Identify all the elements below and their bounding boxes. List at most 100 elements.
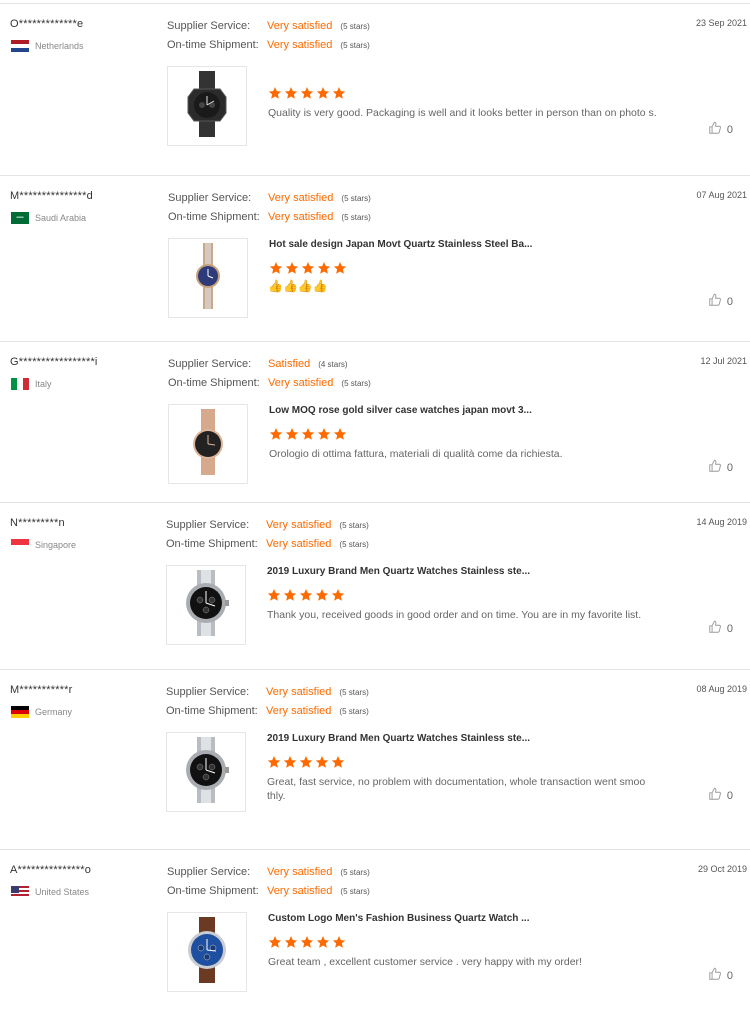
watch-image [173,407,243,482]
star-icon [317,427,331,441]
de-flag-icon [11,706,29,718]
star-icon [300,86,314,100]
product-rating [269,427,349,441]
shipment-value: Very satisfied (5 stars) [266,705,369,717]
thumbs-up-icon [708,620,727,637]
star-icon [267,588,281,602]
review-item: A***************o United States Supplier… [0,849,750,1015]
supplier-service-label: Supplier Service: [166,686,250,698]
buyer-name: O*************e [10,18,84,30]
star-icon [269,261,283,275]
review-comment: Great team , excellent customer service … [268,956,582,968]
star-icon [316,86,330,100]
supplier-service-rating-text: Very satisfied [266,686,332,698]
shipment-label: On-time Shipment: [167,885,259,897]
supplier-service-value: Very satisfied (5 stars) [267,20,370,32]
buyer-country: Netherlands [11,40,84,52]
product-thumbnail[interactable] [167,912,247,992]
star-icon [283,588,297,602]
like-button[interactable]: 0 [708,459,733,476]
supplier-service-rating-text: Very satisfied [267,866,333,878]
review-comment: Orologio di ottima fattura, materiali di… [269,448,563,460]
product-title[interactable]: Hot sale design Japan Movt Quartz Stainl… [269,239,532,250]
buyer-name: M***************d [10,190,93,202]
like-button[interactable]: 0 [708,121,733,138]
watch-image [171,735,241,810]
shipment-value: Very satisfied (5 stars) [268,211,371,223]
review-date: 12 Jul 2021 [700,356,747,366]
like-count: 0 [726,123,733,136]
review-item: M***************d ══ Saudi Arabia Suppli… [0,175,750,342]
thumbs-up-icon [708,121,727,138]
thumbs-up-icon [708,787,727,804]
us-flag-icon [11,886,29,898]
review-item: N*********n Singapore Supplier Service: … [0,502,750,670]
supplier-service-stars: (5 stars) [339,521,369,530]
review-date: 08 Aug 2019 [696,684,747,694]
country-name: Italy [35,379,52,389]
shipment-rating-text: Very satisfied [268,377,334,389]
product-title[interactable]: 2019 Luxury Brand Men Quartz Watches Sta… [267,733,530,744]
review-comment: Quality is very good. Packaging is well … [268,107,657,119]
supplier-service-label: Supplier Service: [168,358,252,370]
shipment-value: Very satisfied (5 stars) [266,538,369,550]
star-icon [284,935,298,949]
product-rating [267,755,347,769]
review-item: M***********r Germany Supplier Service: … [0,669,750,850]
shipment-stars: (5 stars) [339,540,369,549]
shipment-label: On-time Shipment: [166,705,258,717]
buyer-name: N*********n [10,517,65,529]
product-thumbnail[interactable] [168,404,248,484]
shipment-rating-text: Very satisfied [267,885,333,897]
buyer-country: United States [11,886,89,898]
shipment-label: On-time Shipment: [168,211,260,223]
star-icon [315,755,329,769]
product-rating [267,588,347,602]
supplier-service-stars: (5 stars) [341,194,371,203]
supplier-service-label: Supplier Service: [168,192,252,204]
product-thumbnail[interactable] [168,238,248,318]
review-date: 29 Oct 2019 [697,864,747,874]
nl-flag-icon [11,40,29,52]
star-icon [268,86,282,100]
star-icon [285,427,299,441]
like-button[interactable]: 0 [708,967,733,984]
supplier-service-rating-text: Very satisfied [266,519,332,531]
like-button[interactable]: 0 [708,293,733,310]
supplier-service-label: Supplier Service: [167,20,251,32]
shipment-stars: (5 stars) [340,41,370,50]
watch-image [171,568,241,643]
star-icon [317,261,331,275]
supplier-service-label: Supplier Service: [166,519,250,531]
buyer-name: M***********r [10,684,73,696]
supplier-service-value: Very satisfied (5 stars) [266,519,369,531]
watch-image [172,915,242,990]
product-thumbnail[interactable] [166,732,246,812]
star-icon [269,427,283,441]
star-icon [316,935,330,949]
product-title[interactable]: 2019 Luxury Brand Men Quartz Watches Sta… [267,566,530,577]
supplier-service-label: Supplier Service: [167,866,251,878]
like-count: 0 [726,461,733,474]
star-icon [333,261,347,275]
buyer-name: G*****************i [10,356,98,368]
star-icon [267,755,281,769]
supplier-service-value: Very satisfied (5 stars) [266,686,369,698]
product-thumbnail[interactable] [167,66,247,146]
like-button[interactable]: 0 [708,620,733,637]
product-thumbnail[interactable] [166,565,246,645]
like-button[interactable]: 0 [708,787,733,804]
product-title[interactable]: Custom Logo Men's Fashion Business Quart… [268,913,529,924]
like-count: 0 [726,789,733,802]
star-icon [300,935,314,949]
watch-image [173,241,243,316]
star-icon [332,86,346,100]
supplier-service-stars: (5 stars) [340,22,370,31]
shipment-rating-text: Very satisfied [266,705,332,717]
star-icon [332,935,346,949]
star-icon [268,935,282,949]
sg-flag-icon [11,539,29,551]
country-name: Netherlands [35,41,84,51]
product-title[interactable]: Low MOQ rose gold silver case watches ja… [269,405,532,416]
like-count: 0 [726,969,733,982]
